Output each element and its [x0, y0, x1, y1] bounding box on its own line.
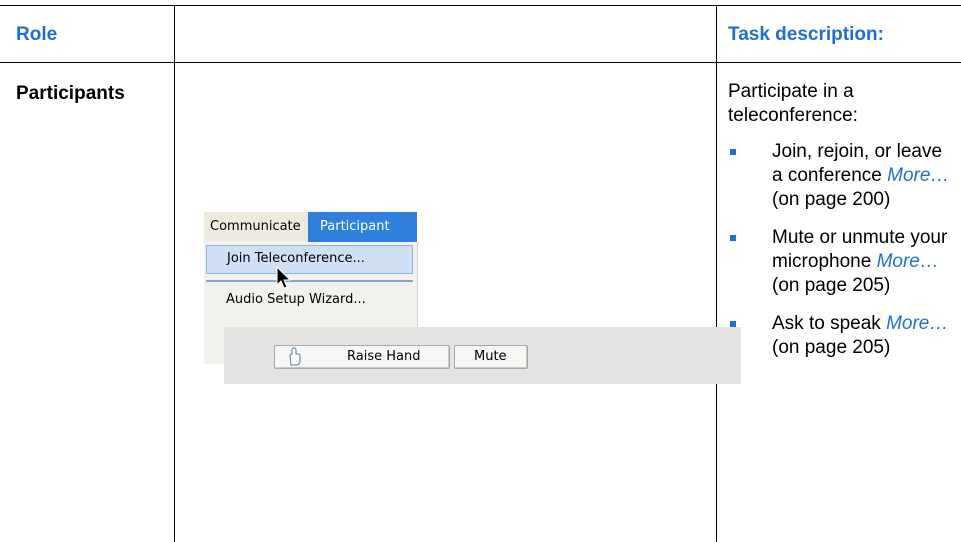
menu-participant[interactable]: Participant [308, 212, 417, 242]
participant-toolbar: Raise Hand Mute [224, 327, 741, 384]
task-item-join: Join, rejoin, or leave a conference More… [728, 140, 953, 212]
raise-hand-button[interactable]: Raise Hand [274, 345, 450, 369]
menu-item-label: Join Teleconference... [227, 251, 365, 266]
task-intro: Participate in a teleconference: [728, 81, 858, 126]
raise-hand-icon [289, 347, 301, 366]
task-text: Ask to speak [772, 313, 881, 334]
header-task-description: Task description: [728, 24, 884, 45]
header-role: Role [16, 24, 58, 45]
raise-hand-label: Raise Hand [347, 349, 421, 364]
bullet-icon [730, 149, 736, 155]
column-divider-1 [174, 5, 175, 542]
task-description-cell: Participate in a teleconference: Join, r… [728, 80, 953, 374]
page-reference: (on page 200) [772, 189, 891, 210]
task-list: Join, rejoin, or leave a conference More… [728, 140, 953, 360]
task-item-ask-to-speak: Ask to speak More… (on page 205) [728, 312, 953, 360]
role-participants: Participants [16, 83, 125, 104]
more-link[interactable]: More… [887, 165, 949, 186]
mute-label: Mute [474, 349, 507, 364]
menu-communicate[interactable]: Communicate [210, 219, 301, 234]
arrow-cursor-icon [276, 266, 292, 289]
menu-item-join-teleconference[interactable]: Join Teleconference... [206, 245, 413, 274]
more-link[interactable]: More… [877, 251, 939, 272]
header-bottom-border [0, 62, 961, 63]
page-reference: (on page 205) [772, 337, 891, 358]
participant-menu-screenshot: Communicate Participant Join Teleconfere… [204, 212, 741, 384]
menu-participant-label: Participant [320, 219, 390, 234]
page-reference: (on page 205) [772, 275, 891, 296]
more-link[interactable]: More… [886, 313, 948, 334]
menu-item-audio-setup-wizard[interactable]: Audio Setup Wizard... [226, 292, 366, 307]
table-top-border [0, 5, 961, 6]
mute-button[interactable]: Mute [454, 345, 528, 369]
menu-bar: Communicate Participant [204, 212, 417, 242]
menu-separator [206, 280, 413, 282]
task-item-mute: Mute or unmute your microphone More… (on… [728, 226, 953, 298]
